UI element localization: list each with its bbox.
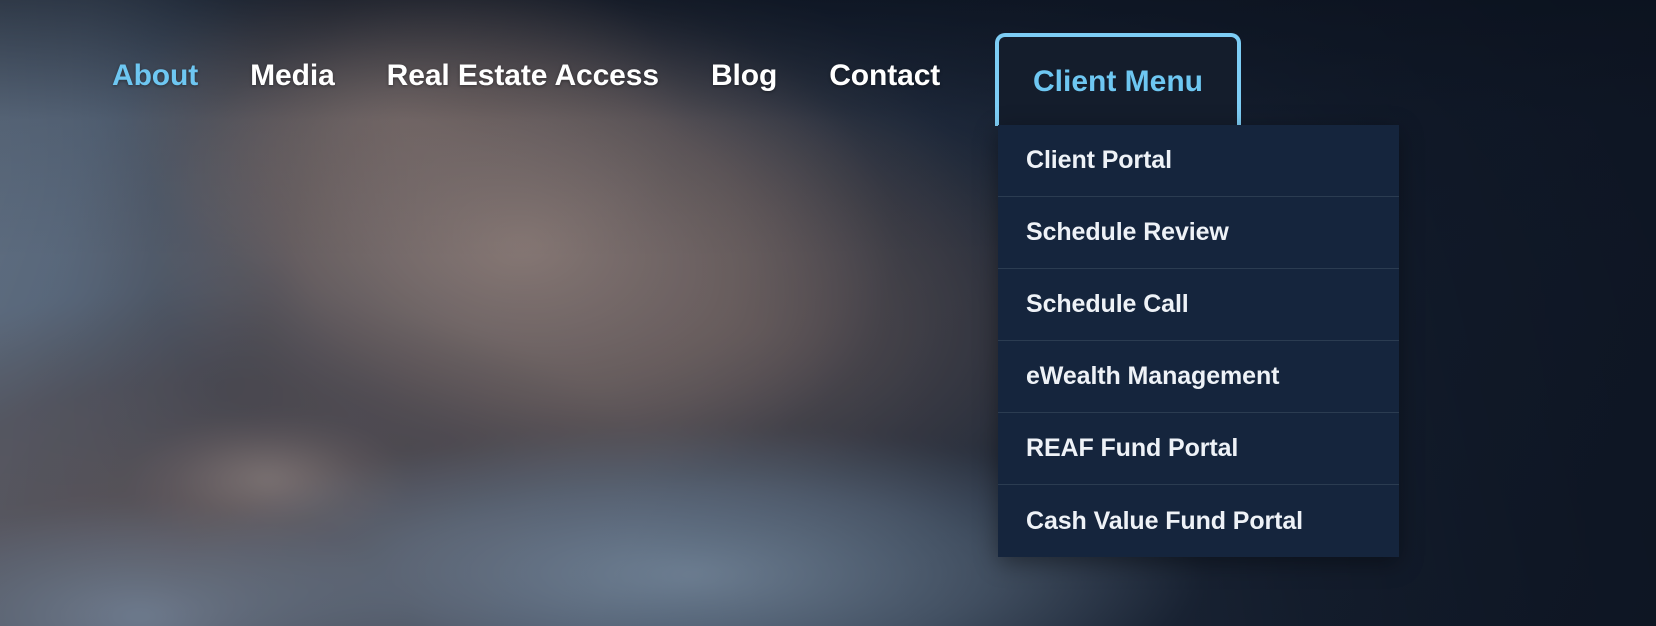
dropdown-item-reaf-fund-portal[interactable]: REAF Fund Portal xyxy=(998,413,1399,485)
hero-section: About Media Real Estate Access Blog Cont… xyxy=(0,0,1656,626)
dropdown-item-client-portal[interactable]: Client Portal xyxy=(998,125,1399,197)
dropdown-item-schedule-call[interactable]: Schedule Call xyxy=(998,269,1399,341)
nav-item-contact[interactable]: Contact xyxy=(829,36,940,116)
dropdown-item-ewealth-management[interactable]: eWealth Management xyxy=(998,341,1399,413)
nav-item-media[interactable]: Media xyxy=(250,36,335,116)
nav-item-real-estate-access[interactable]: Real Estate Access xyxy=(387,36,659,116)
nav-item-about[interactable]: About xyxy=(112,36,198,116)
dropdown-item-cash-value-fund-portal[interactable]: Cash Value Fund Portal xyxy=(998,485,1399,557)
dropdown-item-schedule-review[interactable]: Schedule Review xyxy=(998,197,1399,269)
client-menu-dropdown: Client Portal Schedule Review Schedule C… xyxy=(998,125,1399,557)
nav-item-blog[interactable]: Blog xyxy=(711,36,777,116)
primary-navigation: About Media Real Estate Access Blog Cont… xyxy=(0,0,1656,126)
